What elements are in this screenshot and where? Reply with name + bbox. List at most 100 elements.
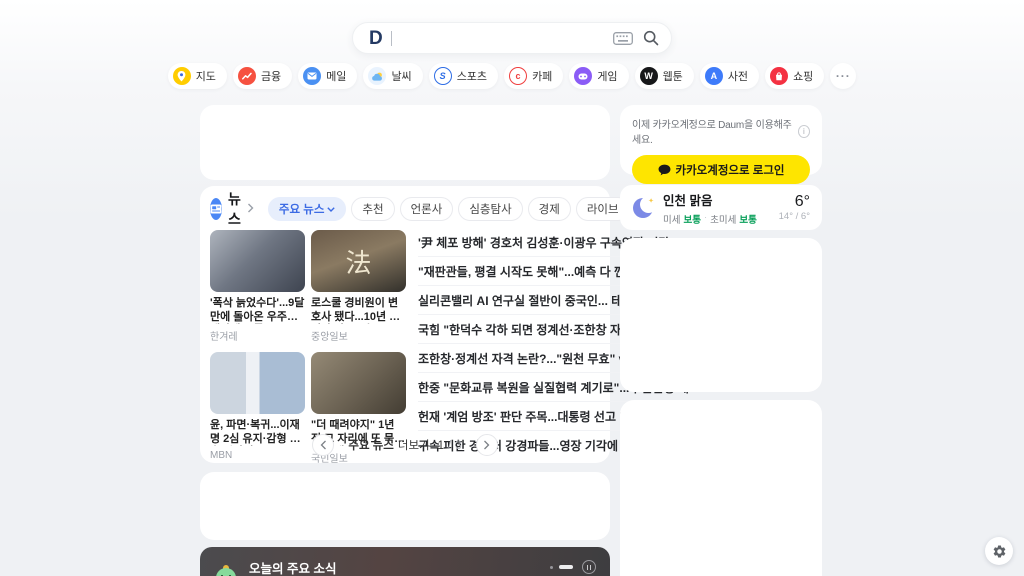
shortcut-game[interactable]: 게임 xyxy=(569,63,628,89)
weather-location: 인천 맑음 xyxy=(663,190,757,209)
current-temperature: 6° xyxy=(779,193,810,211)
tab-recommend[interactable]: 추천 xyxy=(351,197,394,221)
fine-dust-label: 미세 xyxy=(663,212,680,226)
news-tile[interactable]: 法 로스쿨 경비원이 변호사 됐다...10년 끈기가 만든 '인... 중앙일… xyxy=(311,230,406,343)
tab-major-news[interactable]: 주요 뉴스 xyxy=(268,197,347,221)
news-tile-title: 로스쿨 경비원이 변호사 됐다...10년 끈기가 만든 '인... xyxy=(311,297,406,324)
kakao-login-button[interactable]: 카카오계정으로 로그인 xyxy=(632,155,810,184)
news-thumbnail xyxy=(210,230,305,292)
dust-separator: · xyxy=(704,212,707,226)
ad-placeholder-top xyxy=(200,105,610,180)
news-tile[interactable]: '폭삭 늙었수다'...9달 만에 돌아온 우주인 백발에 주름 한겨레 xyxy=(210,230,305,343)
tab-investigation[interactable]: 심층탐사 xyxy=(458,197,522,221)
webtoon-icon: W xyxy=(640,67,658,85)
tab-label: 언론사 xyxy=(411,201,443,217)
shortcut-label: 날씨 xyxy=(391,68,411,84)
high-low-temperature: 14° / 6° xyxy=(779,211,810,222)
shortcut-label: 카페 xyxy=(532,68,552,84)
shortcut-cafe[interactable]: c 카페 xyxy=(504,63,563,89)
shortcuts-more-button[interactable]: ··· xyxy=(830,63,856,89)
sports-icon: S xyxy=(434,67,452,85)
weather-widget[interactable]: ✦ 인천 맑음 미세 보통 · 초미세 보통 6° 14° / 6° xyxy=(620,185,822,230)
chevron-down-icon xyxy=(327,207,335,212)
prev-page-button[interactable] xyxy=(312,434,334,456)
chevron-right-icon xyxy=(247,200,254,218)
search-bar[interactable]: D xyxy=(352,22,672,54)
page-separator: / xyxy=(448,440,451,452)
news-icon xyxy=(210,198,222,220)
carousel-dot[interactable] xyxy=(550,566,553,569)
next-page-button[interactable] xyxy=(476,434,498,456)
news-thumbnail: 法 xyxy=(311,230,406,292)
news-thumbnail xyxy=(311,352,406,414)
more-dots-icon: ··· xyxy=(836,69,851,83)
search-icon[interactable] xyxy=(643,30,659,46)
shortcut-map[interactable]: 지도 xyxy=(168,63,227,89)
ad-placeholder-right-2 xyxy=(620,400,822,576)
tab-label: 라이브 xyxy=(587,201,619,217)
map-pin-icon xyxy=(173,67,191,85)
fine-dust-value: 보통 xyxy=(683,212,700,226)
tab-label: 경제 xyxy=(539,201,560,217)
daum-homepage: D 지도 금융 메일 xyxy=(0,0,1024,576)
pagination-more-label[interactable]: 더보기 xyxy=(398,437,430,453)
service-shortcuts: 지도 금융 메일 날씨 S 스포츠 c 카페 xyxy=(0,63,1024,89)
tab-press[interactable]: 언론사 xyxy=(400,197,454,221)
shortcut-label: 금융 xyxy=(261,68,281,84)
page-current: 1 xyxy=(438,440,444,452)
news-tile-title: '폭삭 늙었수다'...9달 만에 돌아온 우주인 백발에 주름 xyxy=(210,297,305,324)
news-section-title[interactable]: 뉴스 xyxy=(228,189,241,229)
shortcut-weather[interactable]: 날씨 xyxy=(363,63,422,89)
page-total: 3 xyxy=(455,440,461,452)
shortcut-finance[interactable]: 금융 xyxy=(233,63,292,89)
settings-button[interactable] xyxy=(985,537,1013,565)
ultrafine-dust-label: 초미세 xyxy=(710,212,736,226)
shopping-bag-icon xyxy=(770,67,788,85)
kakao-login-label: 카카오계정으로 로그인 xyxy=(676,162,785,178)
shortcut-webtoon[interactable]: W 웹툰 xyxy=(635,63,694,89)
shortcut-label: 게임 xyxy=(597,68,617,84)
pause-button[interactable] xyxy=(582,560,596,574)
shortcut-mail[interactable]: 메일 xyxy=(298,63,357,89)
weather-cloud-icon xyxy=(368,67,386,85)
briefing-title: 오늘의 주요 소식 xyxy=(249,558,336,576)
tab-label: 추천 xyxy=(362,201,383,217)
shortcut-sports[interactable]: S 스포츠 xyxy=(429,63,498,89)
news-thumbnail xyxy=(210,352,305,414)
shortcut-label: 쇼핑 xyxy=(793,68,813,84)
shortcut-dictionary[interactable]: A 사전 xyxy=(700,63,759,89)
news-pagination: 주요 뉴스 더보기 1 / 3 xyxy=(200,434,610,456)
mail-envelope-icon xyxy=(303,67,321,85)
gear-icon xyxy=(992,544,1007,559)
jordy-character xyxy=(214,565,238,576)
game-controller-icon xyxy=(574,67,592,85)
news-panel: 뉴스 주요 뉴스 추천 언론사 심층탐사 경제 라이브 '폭삭 늙었수다 xyxy=(200,186,610,463)
news-tile-source: 한겨레 xyxy=(210,328,305,343)
dictionary-icon: A xyxy=(705,67,723,85)
kakao-bubble-icon xyxy=(658,164,671,176)
pagination-label-bold: 주요 뉴스 xyxy=(348,437,394,453)
daum-logo: D xyxy=(369,29,382,48)
login-panel: 이제 카카오계정으로 Daum을 이용해주세요. i 카카오계정으로 로그인 xyxy=(620,105,822,175)
search-input[interactable] xyxy=(392,23,613,53)
shortcut-label: 사전 xyxy=(728,68,748,84)
shortcut-label: 웹툰 xyxy=(663,68,683,84)
tab-economy[interactable]: 경제 xyxy=(528,197,571,221)
tab-label: 심층탐사 xyxy=(469,201,511,217)
ultrafine-dust-value: 보통 xyxy=(739,212,756,226)
carousel-active-indicator[interactable] xyxy=(559,565,573,569)
shortcut-label: 지도 xyxy=(196,68,216,84)
ad-placeholder-right-1 xyxy=(620,238,822,392)
today-briefing-banner[interactable]: 오늘의 주요 소식 xyxy=(200,547,610,576)
ad-placeholder-middle xyxy=(200,472,610,540)
thumbnail-glyph: 法 xyxy=(345,243,371,280)
login-message: 이제 카카오계정으로 Daum을 이용해주세요. xyxy=(632,116,798,146)
shortcut-label: 스포츠 xyxy=(457,68,487,84)
keyboard-icon[interactable] xyxy=(613,32,633,45)
tab-label: 주요 뉴스 xyxy=(279,201,325,217)
shortcut-shopping[interactable]: 쇼핑 xyxy=(765,63,824,89)
moon-icon: ✦ xyxy=(632,197,654,219)
shortcut-label: 메일 xyxy=(326,68,346,84)
info-icon[interactable]: i xyxy=(798,125,810,138)
news-tile-source: 중앙일보 xyxy=(311,328,406,343)
